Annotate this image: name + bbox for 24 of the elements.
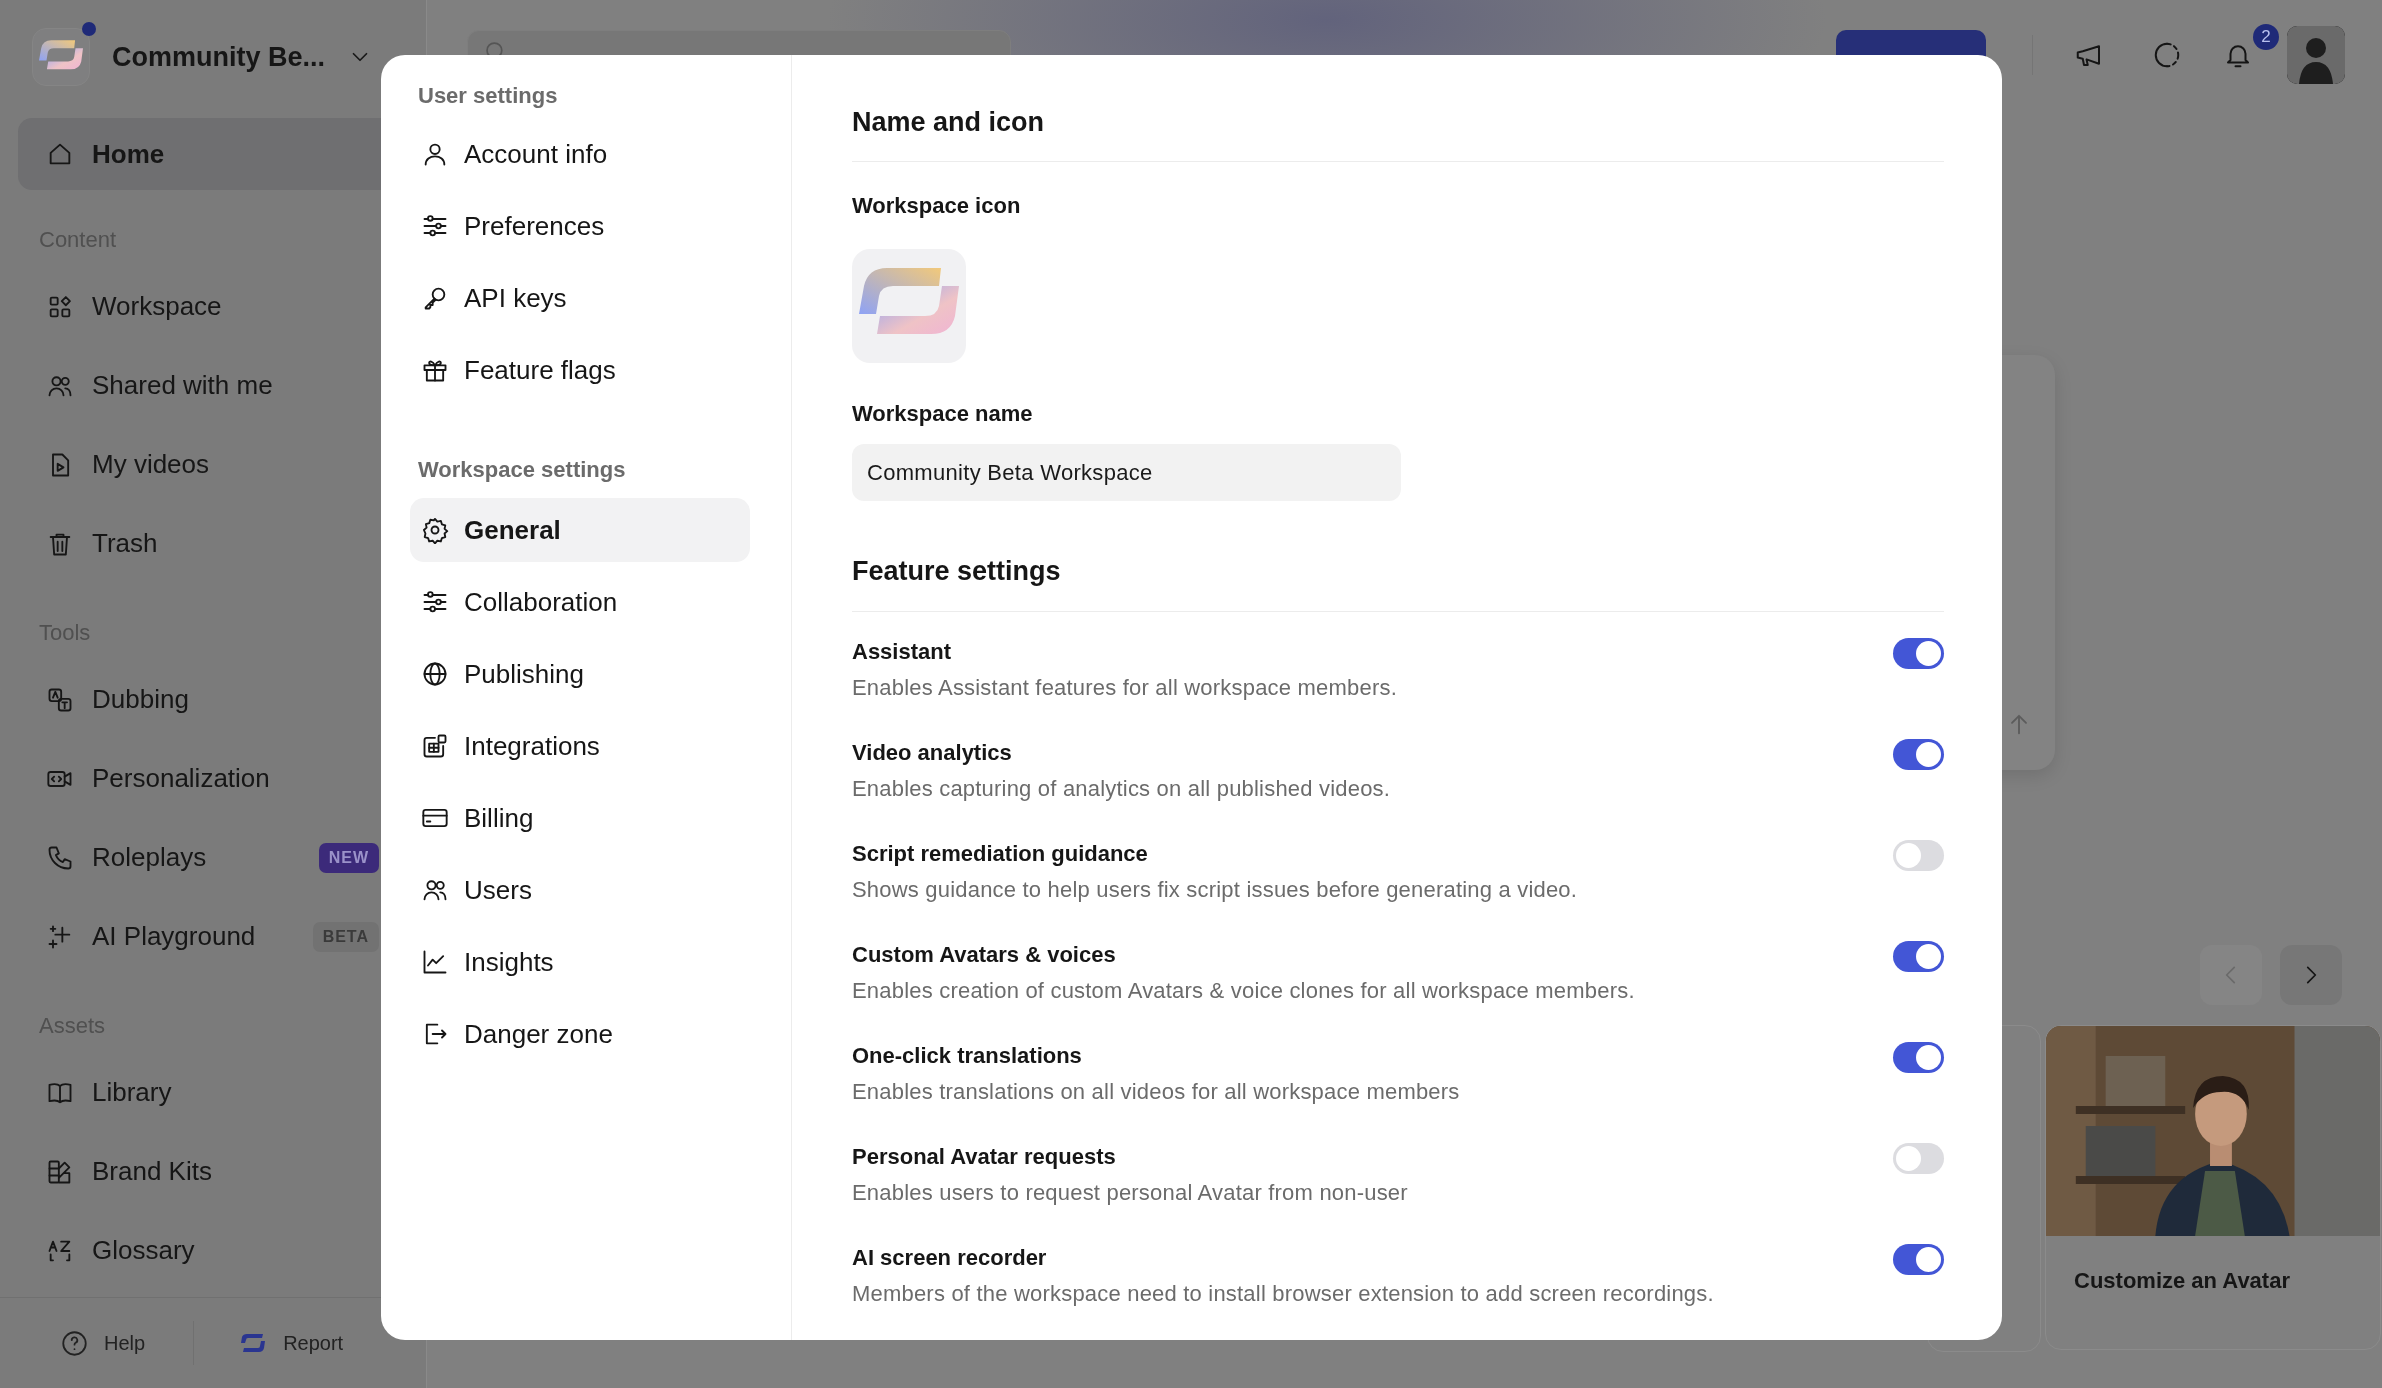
field-label: Workspace name: [852, 400, 1034, 428]
feature-title: Custom Avatars & voices: [852, 941, 1117, 969]
feature-title: Assistant: [852, 638, 953, 666]
field-label: Workspace icon: [852, 192, 1022, 220]
card-title: Customize an Avatar: [2073, 1267, 2291, 1294]
feature-title: Video analytics: [852, 739, 1013, 767]
notification-count: 2: [2253, 24, 2279, 50]
feature-description: Shows guidance to help users fix script issues before generating a video.: [852, 876, 1579, 904]
nav-section-title: Workspace settings: [417, 456, 627, 484]
section-heading: Name and icon: [852, 55, 1944, 162]
nav-section-title: User settings: [417, 82, 559, 110]
section-heading: Feature settings: [852, 554, 1944, 612]
feature-description: Enables translations on all videos for all workspace members: [852, 1078, 1461, 1106]
feature-title: Script remediation guidance: [852, 840, 1149, 868]
label-badge: NEW: [318, 842, 379, 873]
feature-description: Enables capturing of analytics on all published videos.: [852, 775, 1392, 803]
feature-title: Personal Avatar requests: [852, 1143, 1117, 1171]
feature-title: AI screen recorder: [852, 1244, 1048, 1272]
label-badge: BETA: [312, 921, 379, 952]
feature-description: Enables creation of custom Avatars & voice clones for all workspace members.: [852, 977, 1636, 1005]
feature-title: One-click translations: [852, 1042, 1083, 1070]
feature-description: Enables Assistant features for all workspace members.: [852, 674, 1398, 702]
feature-description: Members of the workspace need to install browser extension to add screen recordings.: [852, 1280, 1715, 1308]
feature-description: Enables users to request personal Avatar from non-user: [852, 1179, 1409, 1207]
